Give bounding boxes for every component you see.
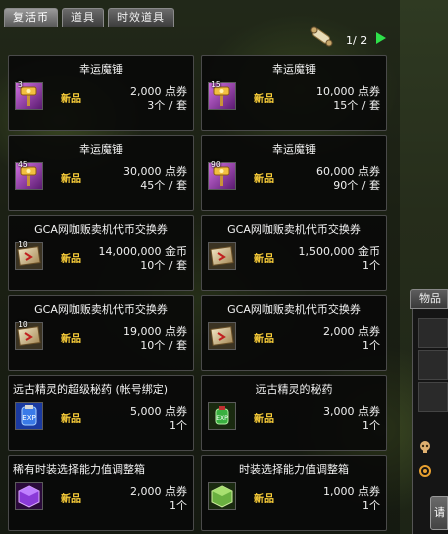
exchange-ticket-icon[interactable] xyxy=(208,322,236,350)
new-badge: 新品 xyxy=(61,414,81,425)
new-badge: 新品 xyxy=(254,94,274,105)
shop-item-card[interactable]: 幸运魔锤 15 新品 10,000 点券 15个 / 套 xyxy=(201,55,387,131)
new-badge: 新品 xyxy=(254,414,274,425)
new-badge: 新品 xyxy=(61,494,81,505)
icon-quantity: 15 xyxy=(211,80,221,89)
shop-item-card[interactable]: GCA网咖贩卖机代币交换券 新品 1,500,000 金币 1个 xyxy=(201,215,387,291)
shop-item-card[interactable]: 幸运魔锤 45 新品 30,000 点券 45个 / 套 xyxy=(8,135,194,211)
item-quantity: 1个 xyxy=(362,259,380,272)
elixir-icon[interactable]: EXP xyxy=(208,402,236,430)
item-name: GCA网咖贩卖机代币交换券 xyxy=(227,303,361,316)
item-name: GCA网咖贩卖机代币交换券 xyxy=(34,303,168,316)
icon-quantity: 10 xyxy=(18,240,28,249)
shop-item-card[interactable]: 远古精灵的秘药 EXP 新品 3,000 点券 1个 xyxy=(201,375,387,451)
shop-item-card[interactable]: GCA网咖贩卖机代币交换券 10 新品 19,000 点券 10个 / 套 xyxy=(8,295,194,371)
page-indicator: 1/ 2 xyxy=(346,34,368,47)
item-name: 远古精灵的超级秘药 (帐号绑定) xyxy=(13,383,169,396)
shop-item-card[interactable]: 远古精灵的超级秘药 (帐号绑定) EXP 新品 5,000 点券 1个 xyxy=(8,375,194,451)
inventory-slot[interactable] xyxy=(418,350,448,380)
tab-items[interactable]: 道具 xyxy=(62,8,104,27)
shop-item-card[interactable]: GCA网咖贩卖机代币交换券 10 新品 14,000,000 金币 10个 / 套 xyxy=(8,215,194,291)
super-elixir-icon[interactable]: EXP xyxy=(15,402,43,430)
tab-timed-items[interactable]: 时效道具 xyxy=(108,8,174,27)
item-quantity: 90个 / 套 xyxy=(333,179,380,192)
scroll-icon xyxy=(310,26,333,47)
box-icon[interactable] xyxy=(208,482,236,510)
item-quantity: 15个 / 套 xyxy=(333,99,380,112)
new-badge: 新品 xyxy=(254,174,274,185)
item-name: 幸运魔锤 xyxy=(79,143,123,156)
item-name: GCA网咖贩卖机代币交换券 xyxy=(34,223,168,236)
shop-item-card[interactable]: GCA网咖贩卖机代币交换券 新品 2,000 点券 1个 xyxy=(201,295,387,371)
shop-item-card[interactable]: 幸运魔锤 3 新品 2,000 点券 3个 / 套 xyxy=(8,55,194,131)
item-quantity: 10个 / 套 xyxy=(140,259,187,272)
item-name: 幸运魔锤 xyxy=(79,63,123,76)
item-name: 幸运魔锤 xyxy=(272,63,316,76)
item-quantity: 1个 xyxy=(362,339,380,352)
item-quantity: 1个 xyxy=(169,499,187,512)
item-quantity: 1个 xyxy=(362,499,380,512)
item-name: 幸运魔锤 xyxy=(272,143,316,156)
gear-icon[interactable] xyxy=(418,464,432,478)
icon-quantity: 90 xyxy=(211,160,221,169)
item-quantity: 45个 / 套 xyxy=(140,179,187,192)
new-badge: 新品 xyxy=(61,334,81,345)
inventory-slot[interactable] xyxy=(418,318,448,348)
shop-item-card[interactable]: 稀有时装选择能力值调整箱 新品 2,000 点券 1个 xyxy=(8,455,194,531)
tab-revival-coin[interactable]: 复活币 xyxy=(4,8,58,27)
skull-icon[interactable] xyxy=(418,440,432,454)
icon-quantity: 45 xyxy=(18,160,28,169)
next-page-button[interactable] xyxy=(376,32,386,44)
new-badge: 新品 xyxy=(61,254,81,265)
item-name: 稀有时装选择能力值调整箱 xyxy=(13,463,145,476)
item-name: GCA网咖贩卖机代币交换券 xyxy=(227,223,361,236)
item-quantity: 1个 xyxy=(169,419,187,432)
new-badge: 新品 xyxy=(254,334,274,345)
svg-text:EXP: EXP xyxy=(22,414,35,422)
side-button[interactable]: 请 xyxy=(430,496,448,530)
svg-text:EXP: EXP xyxy=(216,415,228,422)
new-badge: 新品 xyxy=(61,94,81,105)
new-badge: 新品 xyxy=(61,174,81,185)
pagination: 1/ 2 xyxy=(306,24,390,50)
item-quantity: 1个 xyxy=(362,419,380,432)
item-quantity: 10个 / 套 xyxy=(140,339,187,352)
shop-item-card[interactable]: 幸运魔锤 90 新品 60,000 点券 90个 / 套 xyxy=(201,135,387,211)
inventory-slot[interactable] xyxy=(418,382,448,412)
rare-box-icon[interactable] xyxy=(15,482,43,510)
side-tab-items[interactable]: 物品 xyxy=(410,289,448,309)
icon-quantity: 3 xyxy=(18,80,23,89)
item-name: 远古精灵的秘药 xyxy=(255,383,333,396)
icon-quantity: 10 xyxy=(18,320,28,329)
item-name: 时装选择能力值调整箱 xyxy=(239,463,349,476)
shop-item-card[interactable]: 时装选择能力值调整箱 新品 1,000 点券 1个 xyxy=(201,455,387,531)
exchange-ticket-icon[interactable] xyxy=(208,242,236,270)
shop-tabs: 复活币 道具 时效道具 xyxy=(4,8,174,28)
new-badge: 新品 xyxy=(254,494,274,505)
item-quantity: 3个 / 套 xyxy=(147,99,187,112)
new-badge: 新品 xyxy=(254,254,274,265)
